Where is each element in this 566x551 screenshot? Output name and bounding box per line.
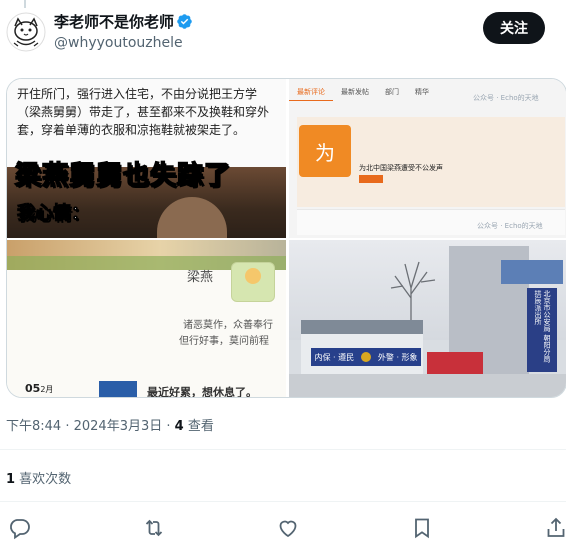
divider bbox=[0, 449, 566, 450]
verified-badge-icon[interactable] bbox=[176, 13, 193, 30]
tweet-time[interactable]: 下午8:44 bbox=[6, 419, 61, 434]
post-date-day: 05 bbox=[25, 382, 41, 395]
forum-tab: 部门 bbox=[385, 88, 399, 96]
meta-separator: · bbox=[162, 419, 175, 434]
post-thumbnail bbox=[99, 381, 137, 397]
station-signboard: 内保 · 遵民 外警 · 形象 bbox=[311, 348, 421, 366]
media-image-1[interactable]: 开住所门，强行进入住宅，不由分说把王方学（梁燕舅舅）带走了，甚至都来不及换鞋和穿… bbox=[7, 79, 286, 238]
forum-tab: 最新评论 bbox=[289, 85, 333, 101]
meme-caption-sub: 我心情： bbox=[17, 203, 90, 225]
article-excerpt: 开住所门，强行进入住宅，不由分说把王方学（梁燕舅舅）带走了，甚至都来不及换鞋和穿… bbox=[17, 87, 270, 137]
forum-icon: 为 bbox=[299, 125, 351, 177]
reply-icon[interactable] bbox=[8, 516, 32, 540]
like-icon[interactable] bbox=[276, 516, 300, 540]
profile-bio-line-1: 诸恶莫作，众善奉行 bbox=[183, 320, 273, 331]
media-grid: 开住所门，强行进入住宅，不由分说把王方学（梁燕舅舅）带走了，甚至都来不及换鞋和穿… bbox=[6, 78, 566, 398]
profile-bio-line-2: 但行好事，莫问前程 bbox=[179, 336, 269, 347]
user-handle[interactable]: @whyyoutouzhele bbox=[54, 35, 183, 51]
forum-title: 为北中国梁燕遭受不公发声 bbox=[359, 164, 443, 172]
thread-connector-line bbox=[24, 0, 26, 8]
view-count: 4 bbox=[174, 419, 184, 434]
media-image-3[interactable]: 梁燕 诸恶莫作，众善奉行 但行好事，莫问前程 052月 最近好累，想休息了。 bbox=[7, 240, 286, 398]
post-date-month: 2月 bbox=[40, 385, 54, 394]
post-date: 052月 bbox=[25, 382, 53, 395]
meta-separator: · bbox=[61, 419, 74, 434]
share-icon[interactable] bbox=[544, 516, 566, 540]
bare-tree-icon bbox=[390, 261, 436, 328]
follow-button[interactable]: 关注 bbox=[483, 12, 545, 44]
profile-avatar-figure bbox=[245, 268, 261, 284]
sign-right: 外警 · 形象 bbox=[377, 352, 418, 362]
meme-caption-main: 梁燕舅舅也失踪了 bbox=[14, 160, 232, 192]
action-bar bbox=[0, 516, 566, 542]
sign-left: 内保 · 遵民 bbox=[314, 352, 355, 362]
police-emblem-icon bbox=[361, 352, 371, 362]
police-station-vertical-sign: 北京市公安局 朝阳分局 拱辰派出所 bbox=[527, 288, 557, 372]
like-count: 1 bbox=[6, 472, 16, 487]
display-name[interactable]: 李老师不是你老师 bbox=[54, 11, 174, 32]
watermark: 公众号 · Echo的天地 bbox=[477, 222, 543, 230]
tweet-date[interactable]: 2024年3月3日 bbox=[74, 419, 163, 434]
forum-tab: 最新发帖 bbox=[341, 88, 369, 96]
avatar[interactable] bbox=[6, 12, 46, 52]
likes-summary[interactable]: 1 喜欢次数 bbox=[6, 468, 71, 487]
tweet-meta: 下午8:44 · 2024年3月3日 · 4 查看 bbox=[6, 415, 214, 434]
like-label: 喜欢次数 bbox=[15, 472, 72, 487]
forum-tab: 精华 bbox=[415, 88, 429, 96]
cat-sketch-avatar-icon bbox=[6, 12, 46, 52]
station-roof bbox=[301, 320, 423, 334]
watermark: 公众号 · Echo的天地 bbox=[473, 94, 539, 102]
station-canopy bbox=[501, 260, 563, 284]
view-label: 查看 bbox=[183, 419, 214, 434]
media-image-2[interactable]: 最新评论 最新发帖 部门 精华 公众号 · Echo的天地 为 为北中国梁燕遭受… bbox=[289, 79, 566, 238]
divider bbox=[0, 501, 566, 502]
retweet-icon[interactable] bbox=[142, 516, 166, 540]
bookmark-icon[interactable] bbox=[410, 516, 434, 540]
ground bbox=[289, 374, 566, 397]
follow-chip bbox=[359, 175, 383, 183]
media-image-4[interactable]: 内保 · 遵民 外警 · 形象 北京市公安局 朝阳分局 拱辰派出所 bbox=[289, 240, 566, 397]
profile-name: 梁燕 bbox=[187, 270, 214, 285]
post-text: 最近好累，想休息了。 bbox=[147, 386, 257, 398]
